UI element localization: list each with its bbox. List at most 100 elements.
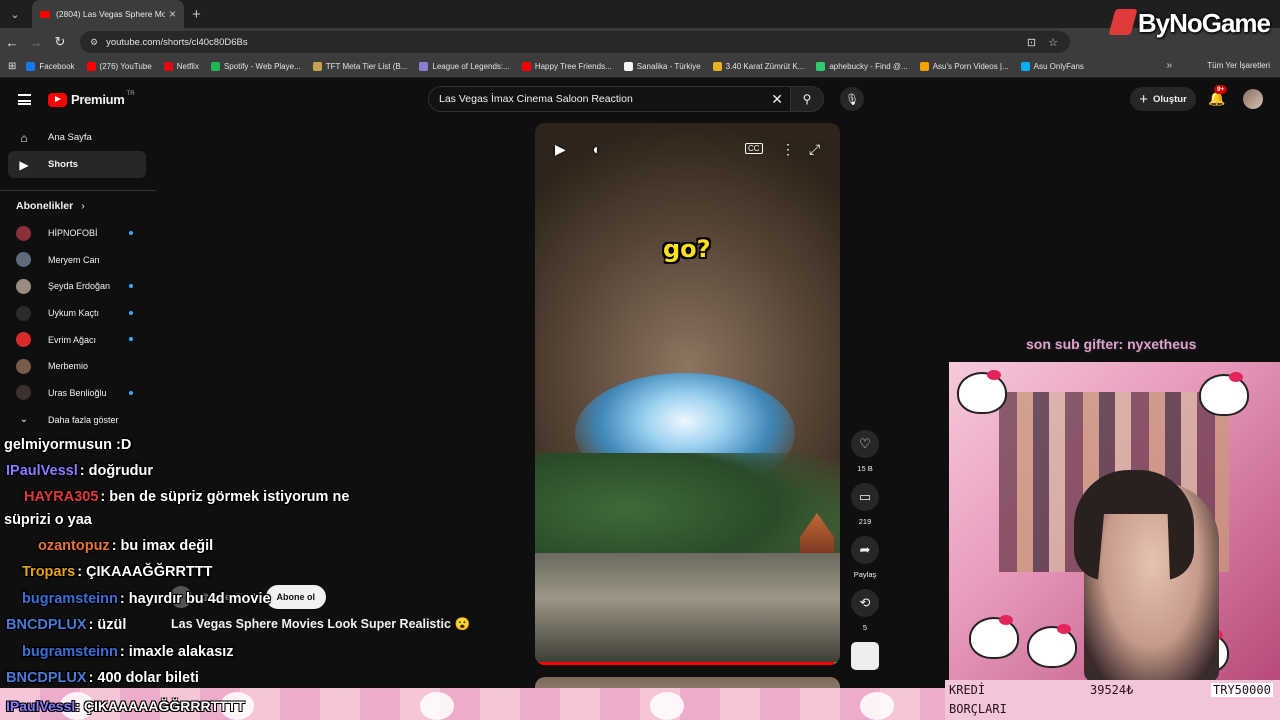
sidebar-item-subscription[interactable]: Merbemio bbox=[0, 353, 156, 380]
subscriptions-heading[interactable]: Abonelikler › bbox=[0, 190, 156, 220]
create-button[interactable]: + Oluştur bbox=[1130, 87, 1196, 111]
comments-button[interactable]: ▭ bbox=[851, 483, 879, 511]
bookmark-item[interactable]: League of Legends:... bbox=[419, 62, 510, 71]
apps-grid-icon[interactable]: ⊞ bbox=[8, 61, 16, 72]
sidebar-item-subscription[interactable]: Uykum Kaçtı bbox=[0, 300, 156, 327]
notification-badge: 9+ bbox=[1214, 85, 1228, 94]
show-more-button[interactable]: ⌄ Daha fazla göster bbox=[0, 406, 156, 433]
bookmark-item[interactable]: (276) YouTube bbox=[86, 62, 152, 71]
chat-message: IPaulVessl: doğrudur bbox=[6, 463, 153, 479]
chat-message: süprizi o yaa bbox=[4, 512, 92, 528]
bookmark-item[interactable]: Asu's Porn Videos |... bbox=[919, 62, 1009, 71]
bookmark-item[interactable]: Spotify - Web Playe... bbox=[210, 62, 301, 71]
subscription-name: HİPNOFOBİ bbox=[48, 228, 98, 239]
play-icon[interactable]: ▶ bbox=[555, 141, 566, 158]
bookmark-favicon-icon bbox=[712, 62, 722, 71]
account-avatar[interactable] bbox=[1243, 89, 1263, 109]
bookmark-item[interactable]: Sanalika - Türkiye bbox=[623, 62, 701, 71]
bookmark-favicon-icon bbox=[86, 62, 96, 71]
bookmark-item[interactable]: 3.40 Karat Zümrüt K... bbox=[712, 62, 804, 71]
debt-counter: KREDİ BORÇLARI 39524₺ TRY50000 bbox=[945, 680, 1280, 720]
sidebar-item-shorts[interactable]: ▶ Shorts bbox=[8, 151, 146, 178]
forward-icon[interactable]: → bbox=[24, 35, 48, 50]
bookmark-item[interactable]: Happy Tree Friends... bbox=[521, 62, 612, 71]
install-icon[interactable]: ⊡ bbox=[1027, 36, 1036, 49]
bookmark-favicon-icon bbox=[163, 62, 173, 71]
sidebar-item-subscription[interactable]: HİPNOFOBİ bbox=[0, 220, 156, 247]
voice-search-button[interactable]: 🎙 bbox=[840, 87, 864, 111]
youtube-favicon-icon bbox=[40, 10, 50, 18]
bookmark-item[interactable]: TFT Meta Tier List (B... bbox=[312, 62, 407, 71]
like-count: 15 B bbox=[857, 464, 873, 473]
share-button[interactable]: ➦ bbox=[851, 536, 879, 564]
subscription-name: Uras Benlioğlu bbox=[48, 387, 107, 398]
remix-count: 5 bbox=[862, 623, 868, 632]
subscription-name: Meryem Can bbox=[48, 254, 100, 265]
reload-icon[interactable]: ↻ bbox=[48, 34, 72, 50]
search-button[interactable]: ⚲ bbox=[790, 86, 824, 112]
new-tab-icon[interactable]: + bbox=[192, 6, 201, 23]
screen: ⌄ (2804) Las Vegas Sphere Movies × + ← →… bbox=[0, 0, 1280, 720]
close-tab-icon[interactable]: × bbox=[169, 7, 176, 21]
chat-message: bugramsteinn: imaxle alakasız bbox=[22, 644, 234, 660]
bookmark-item[interactable]: Netflix bbox=[163, 62, 199, 71]
more-bookmarks-icon[interactable]: » bbox=[1166, 60, 1172, 71]
tab-list-button[interactable]: ⌄ bbox=[4, 4, 26, 24]
site-info-icon[interactable]: ⚙ bbox=[90, 37, 98, 48]
sidebar-item-subscription[interactable]: Uras Benlioğlu bbox=[0, 380, 156, 407]
subscription-name: Merbemio bbox=[48, 361, 89, 372]
bookmark-item[interactable]: aphebucky - Find @... bbox=[816, 62, 908, 71]
fullscreen-icon[interactable]: ⤢ bbox=[809, 141, 820, 158]
all-bookmarks-button[interactable]: Tüm Yer İşaretleri bbox=[1207, 61, 1270, 70]
sidebar-item-home[interactable]: ⌂ Ana Sayfa bbox=[0, 124, 156, 151]
short-title[interactable]: Las Vegas Sphere Movies Look Super Reali… bbox=[171, 617, 470, 632]
chevron-down-icon: ⌄ bbox=[19, 414, 29, 426]
chat-text: : bu imax değil bbox=[111, 538, 214, 554]
chat-text: : hayırdır bu 4d movie bbox=[119, 591, 271, 607]
url-field[interactable]: ⚙ youtube.com/shorts/cl40c80D6Bs ⊡ ☆ bbox=[80, 31, 1070, 53]
hello-kitty-sticker bbox=[969, 615, 1019, 659]
sidebar-item-subscription[interactable]: Şeyda Erdoğan bbox=[0, 273, 156, 300]
chat-text: : imaxle alakasız bbox=[119, 644, 234, 660]
share-label: Paylaş bbox=[853, 570, 877, 579]
chevron-right-icon: › bbox=[81, 199, 85, 212]
subscriptions-heading-label: Abonelikler bbox=[16, 199, 74, 212]
subscribe-button[interactable]: Abone ol bbox=[265, 585, 326, 609]
video-progress-fill bbox=[535, 662, 834, 665]
like-button[interactable]: ♡ bbox=[851, 430, 879, 458]
channel-avatar bbox=[16, 252, 31, 268]
sound-thumbnail[interactable] bbox=[851, 642, 879, 670]
channel-avatar bbox=[16, 305, 31, 321]
captions-icon[interactable]: CC bbox=[745, 143, 763, 154]
sidebar-item-subscription[interactable]: Evrim Ağacı bbox=[0, 326, 156, 353]
bookmark-item[interactable]: Asu OnlyFans bbox=[1020, 62, 1084, 71]
browser-tab-active[interactable]: (2804) Las Vegas Sphere Movies × bbox=[32, 0, 184, 28]
more-options-icon[interactable]: ⋮ bbox=[781, 141, 795, 158]
video-progress-bar[interactable] bbox=[535, 662, 840, 665]
clear-search-icon[interactable]: ✕ bbox=[771, 91, 783, 108]
bookmark-label: Spotify - Web Playe... bbox=[223, 62, 301, 71]
heart-icon: ♡ bbox=[859, 436, 871, 451]
notifications-button[interactable]: 🔔 9+ bbox=[1208, 85, 1228, 107]
bookmark-item[interactable]: Facebook bbox=[26, 62, 75, 71]
youtube-logo[interactable]: Premium TR bbox=[48, 91, 135, 107]
short-video-player[interactable]: go? ▶ ◖ CC ⋮ ⤢ bbox=[535, 123, 840, 665]
bookmark-favicon-icon bbox=[521, 62, 531, 71]
mic-icon: 🎙 bbox=[845, 93, 859, 106]
bookmark-star-icon[interactable]: ☆ bbox=[1048, 36, 1058, 49]
chat-text: gelmiyormusun :D bbox=[4, 437, 132, 453]
menu-icon[interactable] bbox=[18, 94, 31, 105]
search-input[interactable]: Las Vegas İmax Cinema Saloon Reaction ✕ bbox=[428, 86, 792, 112]
comment-count: 219 bbox=[858, 517, 872, 526]
chat-username: BNCDPLUX bbox=[6, 670, 87, 686]
sidebar-item-subscription[interactable]: Meryem Can bbox=[0, 247, 156, 274]
back-icon[interactable]: ← bbox=[0, 35, 24, 50]
bookmark-favicon-icon bbox=[26, 62, 36, 71]
remix-button[interactable]: ⟲ bbox=[851, 589, 879, 617]
bookmarks-bar: ⊞ Facebook (276) YouTube Netflix Spotify - … bbox=[0, 56, 1280, 78]
youtube-play-logo-icon bbox=[48, 92, 67, 107]
address-bar-row: ← → ↻ ⚙ youtube.com/shorts/cl40c80D6Bs ⊡… bbox=[0, 28, 1280, 56]
comment-icon: ▭ bbox=[858, 489, 872, 504]
volume-icon[interactable]: ◖ bbox=[591, 141, 599, 157]
live-dot-icon bbox=[129, 284, 133, 289]
